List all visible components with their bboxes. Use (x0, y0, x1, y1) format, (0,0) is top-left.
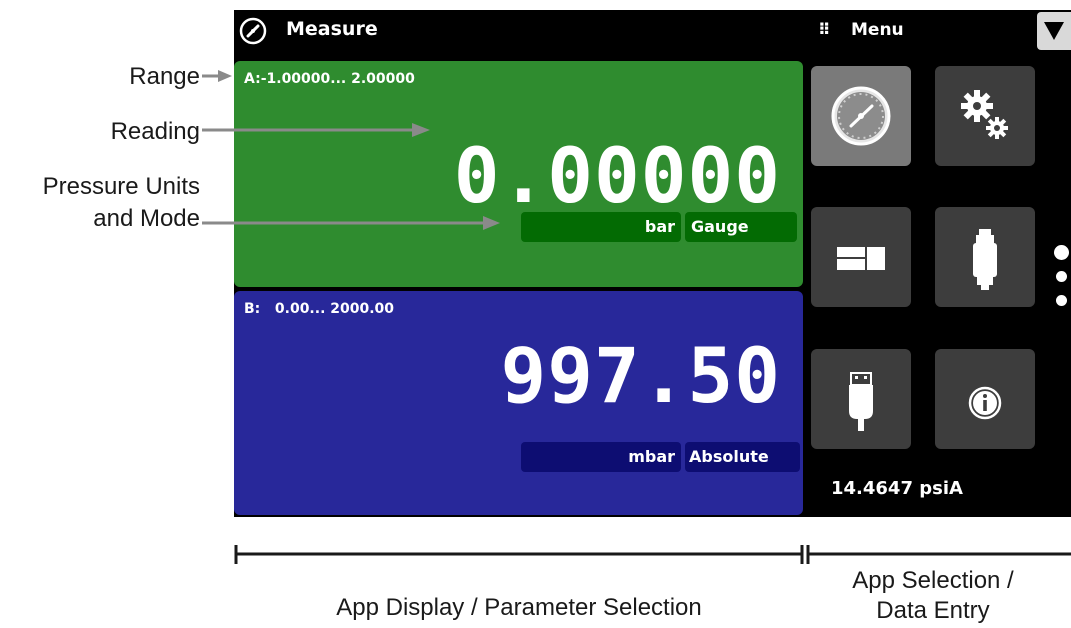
section-app-selection-line2: Data Entry (876, 597, 990, 624)
section-app-display: App Display / Parameter Selection (336, 594, 702, 621)
annotation-arrows (202, 70, 1071, 564)
section-app-selection-line1: App Selection / (852, 567, 1014, 594)
